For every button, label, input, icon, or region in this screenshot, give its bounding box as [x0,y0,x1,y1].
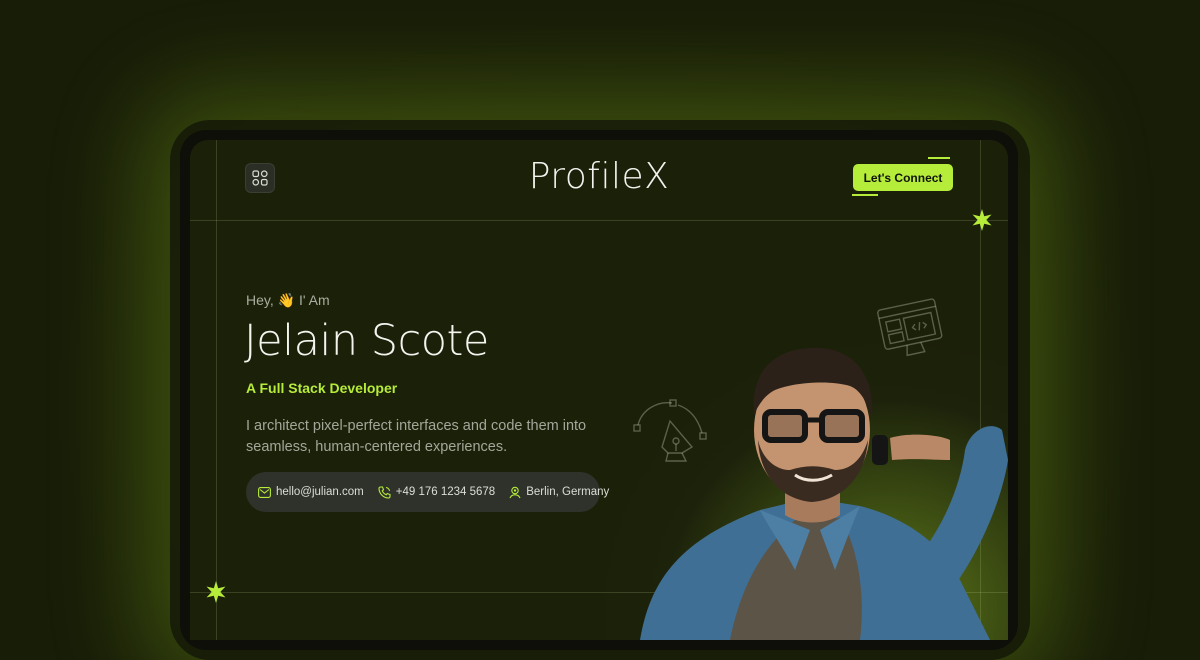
contact-location[interactable]: Berlin, Germany [509,486,609,499]
cta-accent-line [928,157,950,159]
hero-role: A Full Stack Developer [246,380,398,396]
phone-text: +49 176 1234 5678 [395,486,496,498]
guide-line [190,220,1008,221]
sparkle-icon [972,209,992,231]
portfolio-screen: ProfileX Let's Connect Hey, 👋 I' Am Jela… [190,140,1008,640]
mail-icon [258,486,271,498]
profile-photo [640,347,1008,640]
email-text: hello@julian.com [276,486,364,498]
greeting-text: Hey, 👋 I' Am [246,292,330,308]
location-text: Berlin, Germany [526,486,610,498]
contact-bar: hello@julian.com +49 176 1234 5678 Berli… [246,472,609,512]
phone-icon [378,485,391,499]
contact-email[interactable]: hello@julian.com [258,486,364,498]
contact-phone[interactable]: +49 176 1234 5678 [378,485,496,499]
cta-accent-line [852,194,878,196]
hero-bio: I architect pixel-perfect interfaces and… [246,418,587,455]
hero-name: Jelain Scote [244,316,489,366]
sparkle-icon [206,581,226,603]
user-pin-icon [509,486,521,498]
lets-connect-button[interactable]: Let's Connect [853,164,953,191]
guide-line [216,140,217,640]
